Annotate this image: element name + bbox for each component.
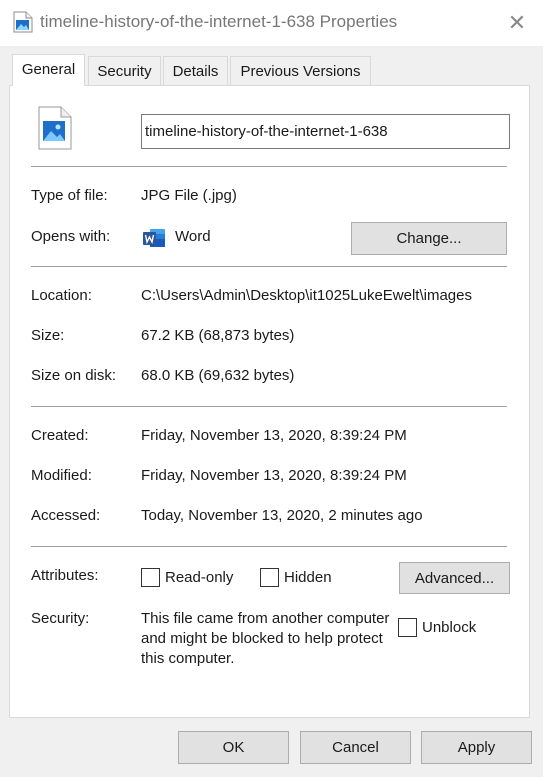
location-label: Location: (31, 287, 92, 304)
opens-with-label: Opens with: (31, 228, 111, 245)
type-label: Type of file: (31, 187, 108, 204)
file-name-input[interactable] (141, 114, 510, 149)
cancel-button[interactable]: Cancel (300, 731, 411, 764)
security-label: Security: (31, 610, 90, 627)
tab-previous-versions[interactable]: Previous Versions (230, 56, 371, 85)
close-button[interactable]: ✕ (496, 4, 538, 42)
security-message: This file came from another computer and… (141, 610, 390, 667)
separator (31, 166, 507, 167)
accessed-value: Today, November 13, 2020, 2 minutes ago (141, 507, 423, 524)
unblock-checkbox[interactable] (398, 618, 417, 637)
type-value: JPG File (.jpg) (141, 187, 237, 204)
accessed-label: Accessed: (31, 507, 101, 524)
separator (31, 266, 507, 267)
separator (31, 406, 507, 407)
tab-general[interactable]: General (12, 54, 85, 86)
ok-button[interactable]: OK (178, 731, 289, 764)
tab-label: Security (97, 63, 152, 80)
size-on-disk-value: 68.0 KB (69,632 bytes) (141, 367, 295, 384)
size-label: Size: (31, 327, 65, 344)
opens-with-app: Word (175, 228, 211, 245)
hidden-checkbox[interactable] (260, 568, 279, 587)
advanced-button[interactable]: Advanced... (399, 562, 510, 594)
separator (31, 546, 507, 547)
close-icon: ✕ (507, 10, 527, 35)
location-value: C:\Users\Admin\Desktop\it1025LukeEwelt\i… (141, 287, 472, 304)
window-title: timeline-history-of-the-internet-1-638 P… (40, 12, 398, 31)
modified-value: Friday, November 13, 2020, 8:39:24 PM (141, 467, 407, 484)
tab-security[interactable]: Security (88, 56, 161, 85)
tab-label: Details (172, 63, 219, 80)
attributes-label: Attributes: (31, 567, 99, 584)
read-only-label[interactable]: Read-only (165, 569, 233, 586)
apply-button[interactable]: Apply (421, 731, 532, 764)
tab-details[interactable]: Details (163, 56, 228, 85)
hidden-label[interactable]: Hidden (284, 569, 332, 586)
tab-label: Previous Versions (240, 63, 361, 80)
read-only-checkbox[interactable] (141, 568, 160, 587)
word-app-icon (143, 229, 165, 247)
size-value: 67.2 KB (68,873 bytes) (141, 327, 295, 344)
unblock-label[interactable]: Unblock (422, 619, 476, 636)
created-label: Created: (31, 427, 89, 444)
modified-label: Modified: (31, 467, 92, 484)
image-file-icon (38, 106, 72, 150)
change-button[interactable]: Change... (351, 222, 507, 255)
size-on-disk-label: Size on disk: (31, 367, 117, 384)
created-value: Friday, November 13, 2020, 8:39:24 PM (141, 427, 407, 444)
image-file-icon (13, 11, 33, 33)
tab-label: General (21, 61, 76, 78)
